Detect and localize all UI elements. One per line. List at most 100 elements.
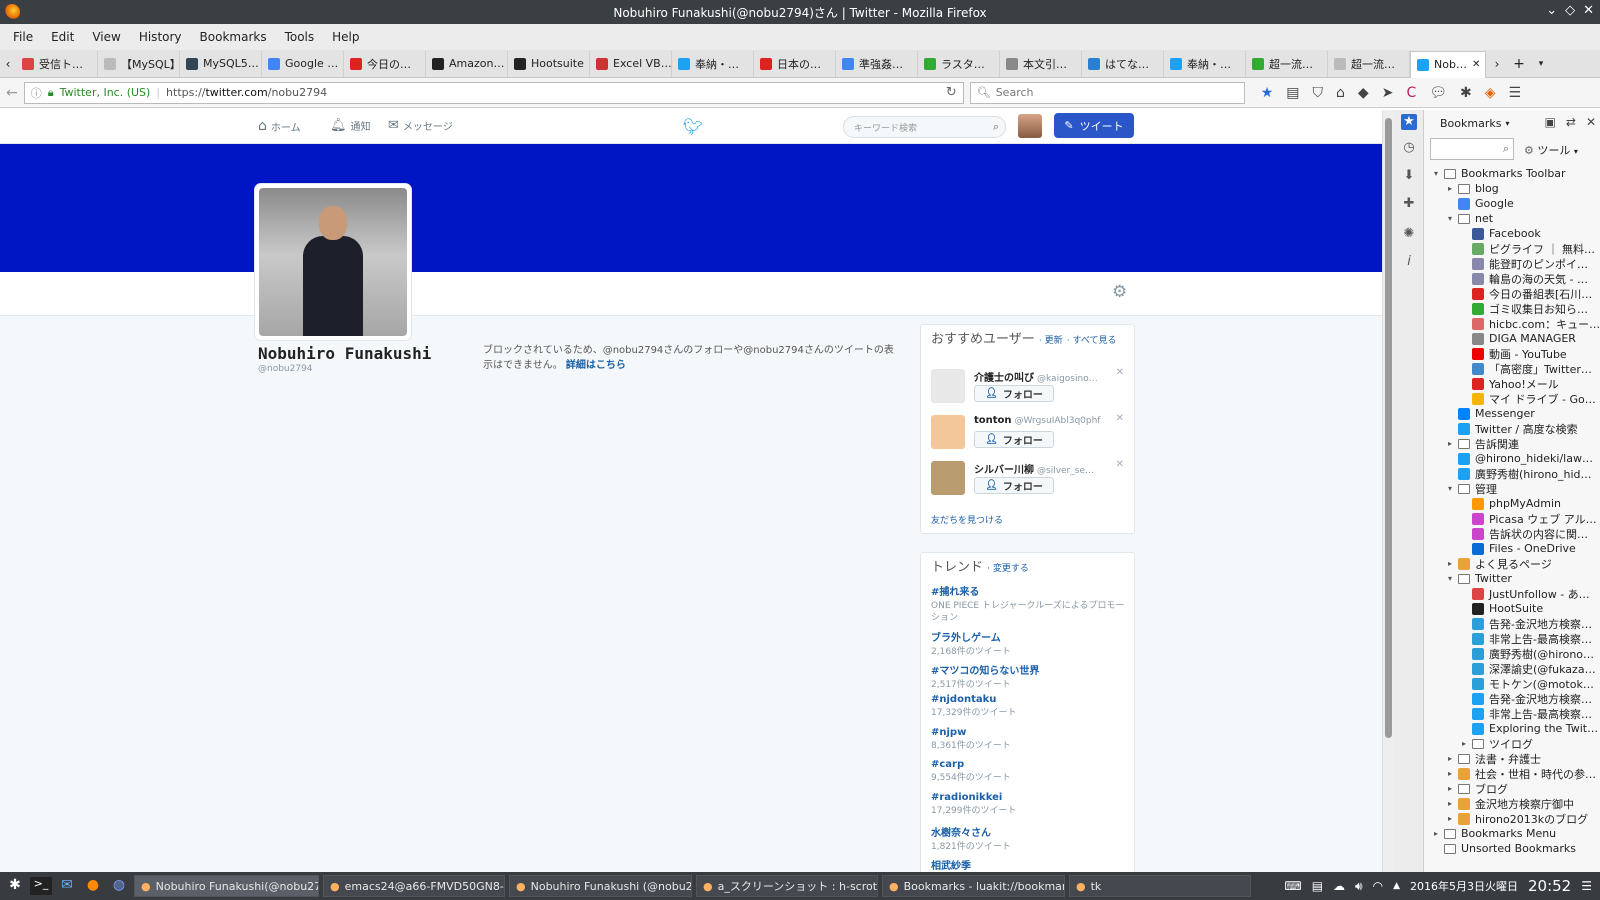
dismiss-icon[interactable]: ✕ <box>1116 413 1124 424</box>
reading-list-icon[interactable]: ▤ <box>1286 85 1299 101</box>
bookmark-star-icon[interactable]: ★ <box>1261 85 1274 101</box>
trend-name[interactable]: #njpw <box>931 727 1126 738</box>
nav-notifications[interactable]: 🔔︎ 通知 <box>330 118 371 133</box>
browser-tab[interactable]: Hootsuite <box>508 50 590 77</box>
browser-tab[interactable]: MySQL5… <box>180 50 262 77</box>
taskbar-window-item[interactable]: ● tk <box>1069 875 1251 897</box>
browser-tab[interactable]: 【MySQL】… <box>98 50 180 77</box>
change-trends-link[interactable]: 変更する <box>993 564 1029 574</box>
menu-file[interactable]: File <box>4 30 42 44</box>
bookmark-item[interactable]: 告発-金沢地方検察… <box>1424 691 1600 706</box>
close-icon[interactable]: ✕ <box>1586 115 1596 129</box>
bookmark-item[interactable]: 廣野秀樹(hirono_hid… <box>1424 466 1600 481</box>
trend-name[interactable]: 水樹奈々さん <box>931 824 1126 839</box>
bookmark-item[interactable]: JustUnfollow - あ… <box>1424 586 1600 601</box>
expand-arrow-icon[interactable]: ▸ <box>1448 799 1458 808</box>
bookmark-item[interactable]: Files - OneDrive <box>1424 541 1600 556</box>
close-icon[interactable]: ✕ <box>1583 3 1594 18</box>
trend-item[interactable]: #捕れ来る ONE PIECE トレジャークルーズによるプロモーション <box>931 583 1126 624</box>
browser-search-input[interactable]: 🔍︎ Search <box>969 81 1245 104</box>
new-tab-icon[interactable]: + <box>1508 56 1530 72</box>
avatar[interactable] <box>931 415 965 449</box>
bookmark-folder[interactable]: ▸ ツイログ <box>1424 736 1600 751</box>
bookmark-item[interactable]: ゴミ収集日お知ら… <box>1424 301 1600 316</box>
bookmark-item[interactable]: ▸ 金沢地方検察庁御中 <box>1424 796 1600 811</box>
browser-tab[interactable]: Excel VB… <box>590 50 672 77</box>
expand-arrow-icon[interactable]: ▾ <box>1448 214 1458 223</box>
site-identity[interactable]: Twitter, Inc. (US) <box>60 86 151 99</box>
firefox-launcher-icon[interactable]: ● <box>82 877 104 895</box>
trend-item[interactable]: #マツコの知らない世界 2,517件のツイート <box>931 662 1126 691</box>
send-icon[interactable]: ➤ <box>1382 85 1394 101</box>
menu-history[interactable]: History <box>130 30 191 44</box>
search-icon[interactable]: ⌕ <box>993 120 999 134</box>
profile-name[interactable]: Nobuhiro Funakushi <box>258 344 431 363</box>
mail-icon[interactable]: ✉ <box>56 877 78 895</box>
bookmark-item[interactable]: 「高密度」Twitter… <box>1424 361 1600 376</box>
keyboard-icon[interactable]: ⌨ <box>1284 879 1301 893</box>
trend-name[interactable]: 相武紗季 <box>931 857 1126 872</box>
start-menu-icon[interactable]: ✱ <box>4 877 26 895</box>
browser-tab[interactable]: 奉納・… <box>672 50 754 77</box>
history-icon[interactable]: ◷ <box>1401 140 1417 156</box>
trend-item[interactable]: ブラ外しゲーム 2,168件のツイート <box>931 629 1126 658</box>
addons-icon[interactable]: ✚ <box>1401 196 1417 212</box>
bookmark-folder[interactable]: ▾ Twitter <box>1424 571 1600 586</box>
reload-icon[interactable]: ↻ <box>946 85 957 100</box>
bookmark-item[interactable]: phpMyAdmin <box>1424 496 1600 511</box>
scrollbar-thumb[interactable] <box>1385 118 1392 738</box>
browser-tab[interactable]: 超一流… <box>1328 50 1410 77</box>
taskbar-window-item[interactable]: ● Bookmarks - luakit://bookmark… <box>882 875 1065 897</box>
bookmark-item[interactable]: hicbc.com：キュー… <box>1424 316 1600 331</box>
expand-arrow-icon[interactable]: ▸ <box>1434 829 1444 838</box>
taskbar-window-item[interactable]: ● emacs24@a66-FMVD50GN8-g <box>323 875 505 897</box>
browser-tab[interactable]: 受信ト… <box>16 50 98 77</box>
extension-shield-icon[interactable]: ◆ <box>1358 85 1369 101</box>
taskbar-window-item[interactable]: ● Nobuhiro Funakushi (@nobu27… <box>509 875 692 897</box>
browser-tab[interactable]: Amazon… <box>426 50 508 77</box>
bookmark-search-input[interactable]: ⌕ <box>1430 138 1514 160</box>
bookmark-folder[interactable]: ▾ net <box>1424 211 1600 226</box>
downloads-icon[interactable]: ⬇ <box>1401 168 1417 184</box>
suggested-user-name[interactable]: シルバー川柳 <box>974 465 1034 476</box>
tray-date[interactable]: 2016年5月3日火曜日 <box>1410 878 1518 894</box>
close-tab-icon[interactable]: ✕ <box>1472 59 1480 70</box>
chevron-down-icon[interactable]: ▾ <box>1505 119 1509 128</box>
account-avatar[interactable] <box>1018 114 1042 138</box>
back-icon[interactable]: ← <box>6 85 18 101</box>
volume-icon[interactable]: 🔊︎ <box>1355 879 1363 894</box>
bookmark-folder[interactable]: ▾ 管理 <box>1424 481 1600 496</box>
follow-button[interactable]: 👤︎ フォロー <box>974 477 1054 494</box>
trend-name[interactable]: ブラ外しゲーム <box>931 629 1126 644</box>
menu-bookmarks[interactable]: Bookmarks <box>191 30 276 44</box>
extension-puzzle-icon[interactable]: ✱ <box>1460 85 1472 101</box>
trend-item[interactable]: #njdontaku 17,329件のツイート <box>931 694 1126 719</box>
twitter-search-input[interactable]: キーワード検索 ⌕ <box>843 116 1006 138</box>
trend-item[interactable]: #radionikkei 17,299件のツイート <box>931 792 1126 817</box>
home-icon[interactable]: ⌂ <box>1336 85 1345 101</box>
bookmark-item[interactable]: 非常上告-最高検察… <box>1424 706 1600 721</box>
browser-tab[interactable]: 準強姦… <box>836 50 918 77</box>
extension-c-icon[interactable]: C <box>1406 85 1416 101</box>
browser-launcher-icon[interactable]: ◍ <box>108 877 130 895</box>
menu-edit[interactable]: Edit <box>42 30 83 44</box>
refresh-link[interactable]: 更新 <box>1045 336 1063 346</box>
bookmark-folder[interactable]: ▸ 告訴関連 <box>1424 436 1600 451</box>
bookmark-item[interactable]: ピグライフ ｜ 無料… <box>1424 241 1600 256</box>
minimize-icon[interactable]: ⌄ <box>1546 3 1557 18</box>
bookmark-folder[interactable]: ▸ ブログ <box>1424 781 1600 796</box>
bookmark-item[interactable]: DIGA MANAGER <box>1424 331 1600 346</box>
taskbar-window-item[interactable]: ● Nobuhiro Funakushi(@nobu27… <box>134 875 319 897</box>
sidebar-move-icon[interactable]: ⇄ <box>1566 115 1576 129</box>
browser-tab[interactable]: 本文引… <box>1000 50 1082 77</box>
browser-tab[interactable]: 超一流… <box>1246 50 1328 77</box>
bookmark-item[interactable]: モトケン(@motok… <box>1424 676 1600 691</box>
nav-home[interactable]: ⌂ ホーム <box>258 118 301 134</box>
trend-name[interactable]: #マツコの知らない世界 <box>931 662 1126 677</box>
sidebar-layout-icon[interactable]: ▣ <box>1545 115 1556 129</box>
browser-tab[interactable]: Nob… ✕ <box>1410 50 1486 78</box>
bookmark-item[interactable]: 能登町のピンポイ… <box>1424 256 1600 271</box>
expand-arrow-icon[interactable]: ▾ <box>1434 169 1444 178</box>
expand-arrow-icon[interactable]: ▸ <box>1448 559 1458 568</box>
bookmark-item[interactable]: マイ ドライブ - Go… <box>1424 391 1600 406</box>
